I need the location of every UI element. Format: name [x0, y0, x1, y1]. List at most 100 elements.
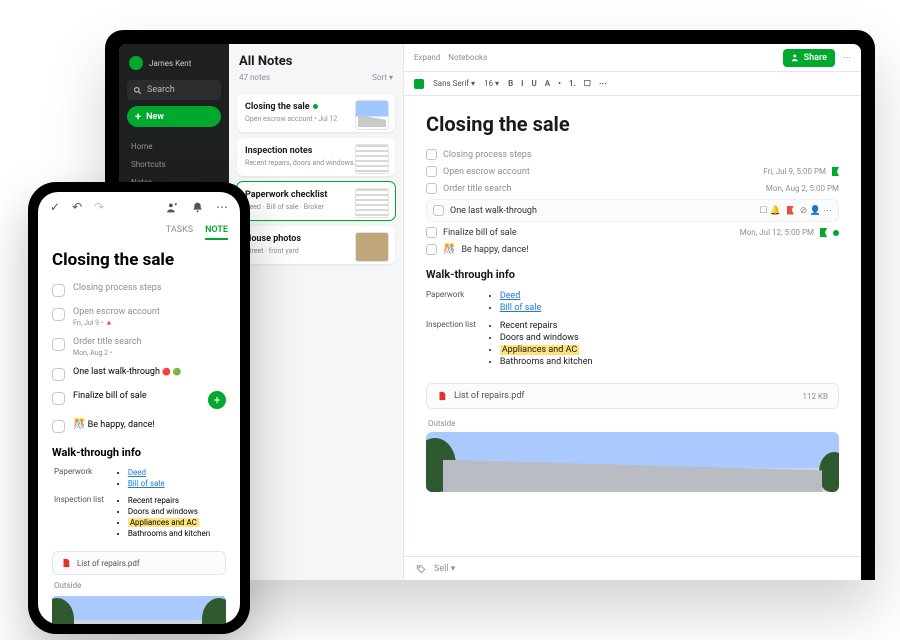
checkbox-icon[interactable] — [433, 205, 444, 216]
list-item[interactable]: Deed — [500, 290, 593, 302]
list-item[interactable]: Bathrooms and kitchen — [500, 356, 593, 368]
list-item[interactable]: Recent repairs — [500, 320, 593, 332]
redo-button[interactable]: ↷ — [94, 200, 104, 214]
task-meta: Mon, Jul 12, 5:00 PM — [740, 228, 839, 237]
list-item[interactable]: Appliances and AC — [128, 517, 210, 528]
task-row[interactable]: One last walk-through☐ 🔔 ⊘ 👤 ⋯ — [426, 199, 839, 222]
checkbox-icon[interactable] — [426, 227, 437, 238]
checkbox-icon[interactable] — [52, 308, 65, 321]
list-heading: All Notes — [229, 44, 403, 73]
sort-button[interactable]: Sort ▾ — [372, 73, 393, 82]
attachment-size: 112 KB — [803, 392, 828, 401]
format-button[interactable]: • — [558, 79, 561, 88]
checkbox-icon[interactable] — [426, 149, 437, 160]
list-item[interactable]: Doors and windows — [128, 506, 210, 517]
task-row[interactable]: Finalize bill of saleMon, Jul 12, 5:00 P… — [426, 224, 839, 241]
checkbox-icon[interactable] — [426, 183, 437, 194]
list-item[interactable]: Bill of sale — [128, 478, 210, 489]
account-switcher[interactable]: James Kent — [127, 52, 221, 74]
list-item[interactable]: Recent repairs — [128, 495, 210, 506]
format-button[interactable]: B — [508, 79, 513, 88]
note-card[interactable]: Inspection notesRecent repairs, doors an… — [237, 138, 395, 176]
notebook-picker[interactable]: Notebooks — [448, 53, 487, 62]
nav-item[interactable]: Home — [127, 139, 221, 154]
task-label: Order title searchMon, Aug 2 • — [73, 337, 142, 357]
info-list: Recent repairsDoors and windowsAppliance… — [486, 320, 593, 368]
mobile-toolbar: ✓ ↶ ↷ ⋯ — [38, 192, 240, 222]
list-item[interactable]: Bathrooms and kitchen — [128, 528, 210, 539]
note-title[interactable]: Closing the sale — [52, 250, 226, 270]
note-card[interactable]: Paperwork checklistDeed · Bill of sale ·… — [237, 182, 395, 220]
attachment-name: List of repairs.pdf — [454, 391, 525, 401]
more-button[interactable]: ⋯ — [843, 53, 851, 62]
tab-note[interactable]: NOTE — [205, 222, 228, 240]
share-button[interactable]: Share — [783, 49, 835, 67]
task-row[interactable]: One last walk-through 🔴 🟢 — [52, 362, 226, 386]
note-editor: Expand Notebooks Share ⋯ Sans Serif ▾ 16… — [404, 44, 861, 580]
format-button[interactable]: 1. — [569, 79, 576, 88]
format-button[interactable]: ⋯ — [599, 79, 607, 88]
checkbox-icon[interactable] — [52, 420, 65, 433]
list-item[interactable]: Appliances and AC — [500, 344, 593, 356]
task-label: Finalize bill of sale — [73, 391, 147, 401]
phone-frame: ✓ ↶ ↷ ⋯ TASKS NOTE Closing the sale Clos… — [28, 182, 250, 634]
list-item[interactable]: Bill of sale — [500, 302, 593, 314]
note-card[interactable]: House photosStreet · front yard — [237, 226, 395, 264]
checkbox-icon[interactable] — [52, 284, 65, 297]
info-key: Inspection list — [54, 493, 112, 541]
task-row[interactable]: 🎊Be happy, dance! — [426, 241, 839, 258]
search-icon — [133, 86, 142, 95]
task-label: Closing process steps — [73, 283, 161, 295]
checkbox-icon[interactable] — [52, 338, 65, 351]
task-label: Open escrow account — [443, 167, 530, 177]
undo-button[interactable]: ↶ — [72, 200, 82, 214]
checkbox-icon[interactable] — [52, 368, 65, 381]
info-table: PaperworkDeedBill of saleInspection list… — [52, 463, 220, 543]
task-row[interactable]: Open escrow accountFri, Jul 9 • 🔺 — [52, 302, 226, 332]
info-list: DeedBill of sale — [486, 290, 593, 314]
attachment[interactable]: List of repairs.pdf — [52, 551, 226, 575]
task-row[interactable]: Finalize bill of sale + — [52, 386, 226, 414]
task-meta: Fri, Jul 9, 5:00 PM — [763, 167, 839, 176]
checkbox-icon[interactable] — [426, 244, 437, 255]
tag-icon — [416, 564, 426, 574]
format-button[interactable]: U — [531, 79, 536, 88]
nav-item[interactable]: Shortcuts — [127, 157, 221, 172]
tab-tasks[interactable]: TASKS — [166, 222, 193, 240]
search-input[interactable]: Search — [127, 80, 221, 100]
format-button[interactable]: ☐ — [584, 79, 591, 88]
task-row[interactable]: Closing process steps — [426, 146, 839, 163]
format-button[interactable]: I — [521, 79, 523, 88]
insert-button[interactable] — [414, 79, 424, 89]
task-label: One last walk-through 🔴 🟢 — [73, 367, 181, 377]
size-picker[interactable]: 16 ▾ — [484, 79, 499, 88]
task-row[interactable]: Closing process steps — [52, 278, 226, 302]
checkbox-icon[interactable] — [426, 166, 437, 177]
note-card[interactable]: Closing the saleOpen escrow account • Ju… — [237, 94, 395, 132]
done-button[interactable]: ✓ — [50, 200, 60, 214]
font-picker[interactable]: Sans Serif ▾ — [433, 79, 475, 88]
share-icon[interactable] — [166, 201, 179, 214]
section-heading: Walk-through info — [426, 268, 839, 281]
new-note-button[interactable]: + New — [127, 106, 221, 127]
mobile-app: ✓ ↶ ↷ ⋯ TASKS NOTE Closing the sale Clos… — [38, 192, 240, 624]
task-row[interactable]: Order title searchMon, Aug 2, 5:00 PM — [426, 180, 839, 197]
more-button[interactable]: ⋯ — [216, 200, 228, 214]
note-title[interactable]: Closing the sale — [426, 112, 839, 136]
attachment[interactable]: List of repairs.pdf 112 KB — [426, 383, 839, 409]
person-plus-icon — [791, 53, 800, 62]
mobile-note-body[interactable]: Closing the sale Closing process steps Op… — [38, 244, 240, 624]
add-button[interactable]: + — [208, 391, 226, 409]
expand-button[interactable]: Expand — [414, 53, 440, 62]
list-item[interactable]: Doors and windows — [500, 332, 593, 344]
checkbox-icon[interactable] — [52, 392, 65, 405]
task-row[interactable]: Order title searchMon, Aug 2 • — [52, 332, 226, 362]
format-button[interactable]: A — [545, 79, 550, 88]
note-body[interactable]: Closing the sale Closing process stepsOp… — [404, 96, 861, 556]
task-row[interactable]: Open escrow account Fri, Jul 9, 5:00 PM — [426, 163, 839, 180]
task-meta: Mon, Aug 2, 5:00 PM — [766, 184, 839, 193]
list-item[interactable]: Deed — [128, 467, 210, 478]
reminder-icon[interactable] — [191, 201, 204, 214]
tag-chip[interactable]: Sell ▾ — [434, 564, 455, 574]
task-row[interactable]: 🎊 Be happy, dance! — [52, 414, 226, 438]
